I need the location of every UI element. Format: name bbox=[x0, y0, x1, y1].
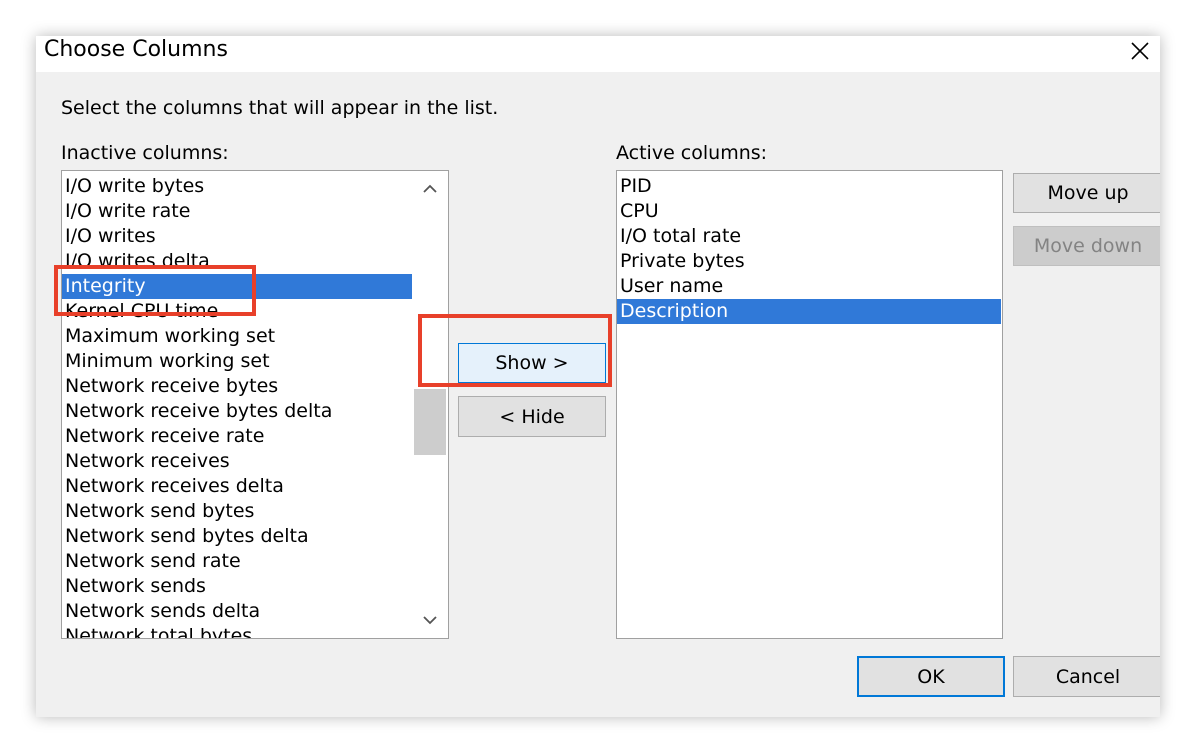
list-item[interactable]: Minimum working set bbox=[62, 349, 412, 374]
active-columns-label: Active columns: bbox=[616, 142, 768, 164]
list-item[interactable]: I/O writes bbox=[62, 224, 412, 249]
scroll-up-button[interactable] bbox=[414, 173, 446, 205]
list-item[interactable]: Network total bytes bbox=[62, 624, 412, 638]
show-button[interactable]: Show > bbox=[458, 343, 606, 383]
inactive-list-scrollbar[interactable] bbox=[414, 171, 448, 638]
list-item[interactable]: I/O writes delta bbox=[62, 249, 412, 274]
list-item[interactable]: Network receives delta bbox=[62, 474, 412, 499]
window-title: Choose Columns bbox=[44, 37, 228, 62]
move-down-button[interactable]: Move down bbox=[1013, 226, 1160, 266]
list-item[interactable]: User name bbox=[617, 274, 1001, 299]
scroll-thumb[interactable] bbox=[414, 389, 446, 455]
close-icon bbox=[1131, 42, 1149, 60]
move-up-button[interactable]: Move up bbox=[1013, 173, 1160, 213]
list-item[interactable]: I/O write bytes bbox=[62, 174, 412, 199]
close-button[interactable] bbox=[1120, 36, 1160, 66]
chevron-up-icon bbox=[423, 184, 437, 193]
list-item[interactable]: I/O write rate bbox=[62, 199, 412, 224]
inactive-columns-list[interactable]: I/O write bytes I/O write rate I/O writes I… bbox=[61, 170, 449, 639]
active-columns-list[interactable]: PID CPU I/O total rate Private bytes User na… bbox=[616, 170, 1003, 639]
list-item[interactable]: Private bytes bbox=[617, 249, 1001, 274]
list-item[interactable]: Network send bytes delta bbox=[62, 524, 412, 549]
list-item[interactable]: Network receives bbox=[62, 449, 412, 474]
choose-columns-dialog: Choose Columns Select the columns that w… bbox=[36, 36, 1160, 717]
list-item[interactable]: Network send rate bbox=[62, 549, 412, 574]
instructions-text: Select the columns that will appear in t… bbox=[61, 97, 499, 119]
list-item[interactable]: Network send bytes bbox=[62, 499, 412, 524]
cancel-button[interactable]: Cancel bbox=[1013, 656, 1160, 697]
list-item[interactable]: Network receive bytes bbox=[62, 374, 412, 399]
list-item[interactable]: Kernel CPU time bbox=[62, 299, 412, 324]
list-item[interactable]: Maximum working set bbox=[62, 324, 412, 349]
list-item[interactable]: Network sends delta bbox=[62, 599, 412, 624]
hide-button[interactable]: < Hide bbox=[458, 396, 606, 437]
list-item[interactable]: Integrity bbox=[62, 274, 412, 299]
list-item[interactable]: PID bbox=[617, 174, 1001, 199]
inactive-columns-label: Inactive columns: bbox=[61, 142, 229, 164]
list-item[interactable]: Network sends bbox=[62, 574, 412, 599]
title-bar: Choose Columns bbox=[36, 36, 1160, 72]
list-item[interactable]: I/O total rate bbox=[617, 224, 1001, 249]
list-item[interactable]: CPU bbox=[617, 199, 1001, 224]
scroll-down-button[interactable] bbox=[414, 604, 446, 636]
list-item[interactable]: Network receive bytes delta bbox=[62, 399, 412, 424]
ok-button[interactable]: OK bbox=[857, 656, 1005, 697]
chevron-down-icon bbox=[423, 616, 437, 625]
list-item[interactable]: Network receive rate bbox=[62, 424, 412, 449]
list-item[interactable]: Description bbox=[617, 299, 1001, 324]
